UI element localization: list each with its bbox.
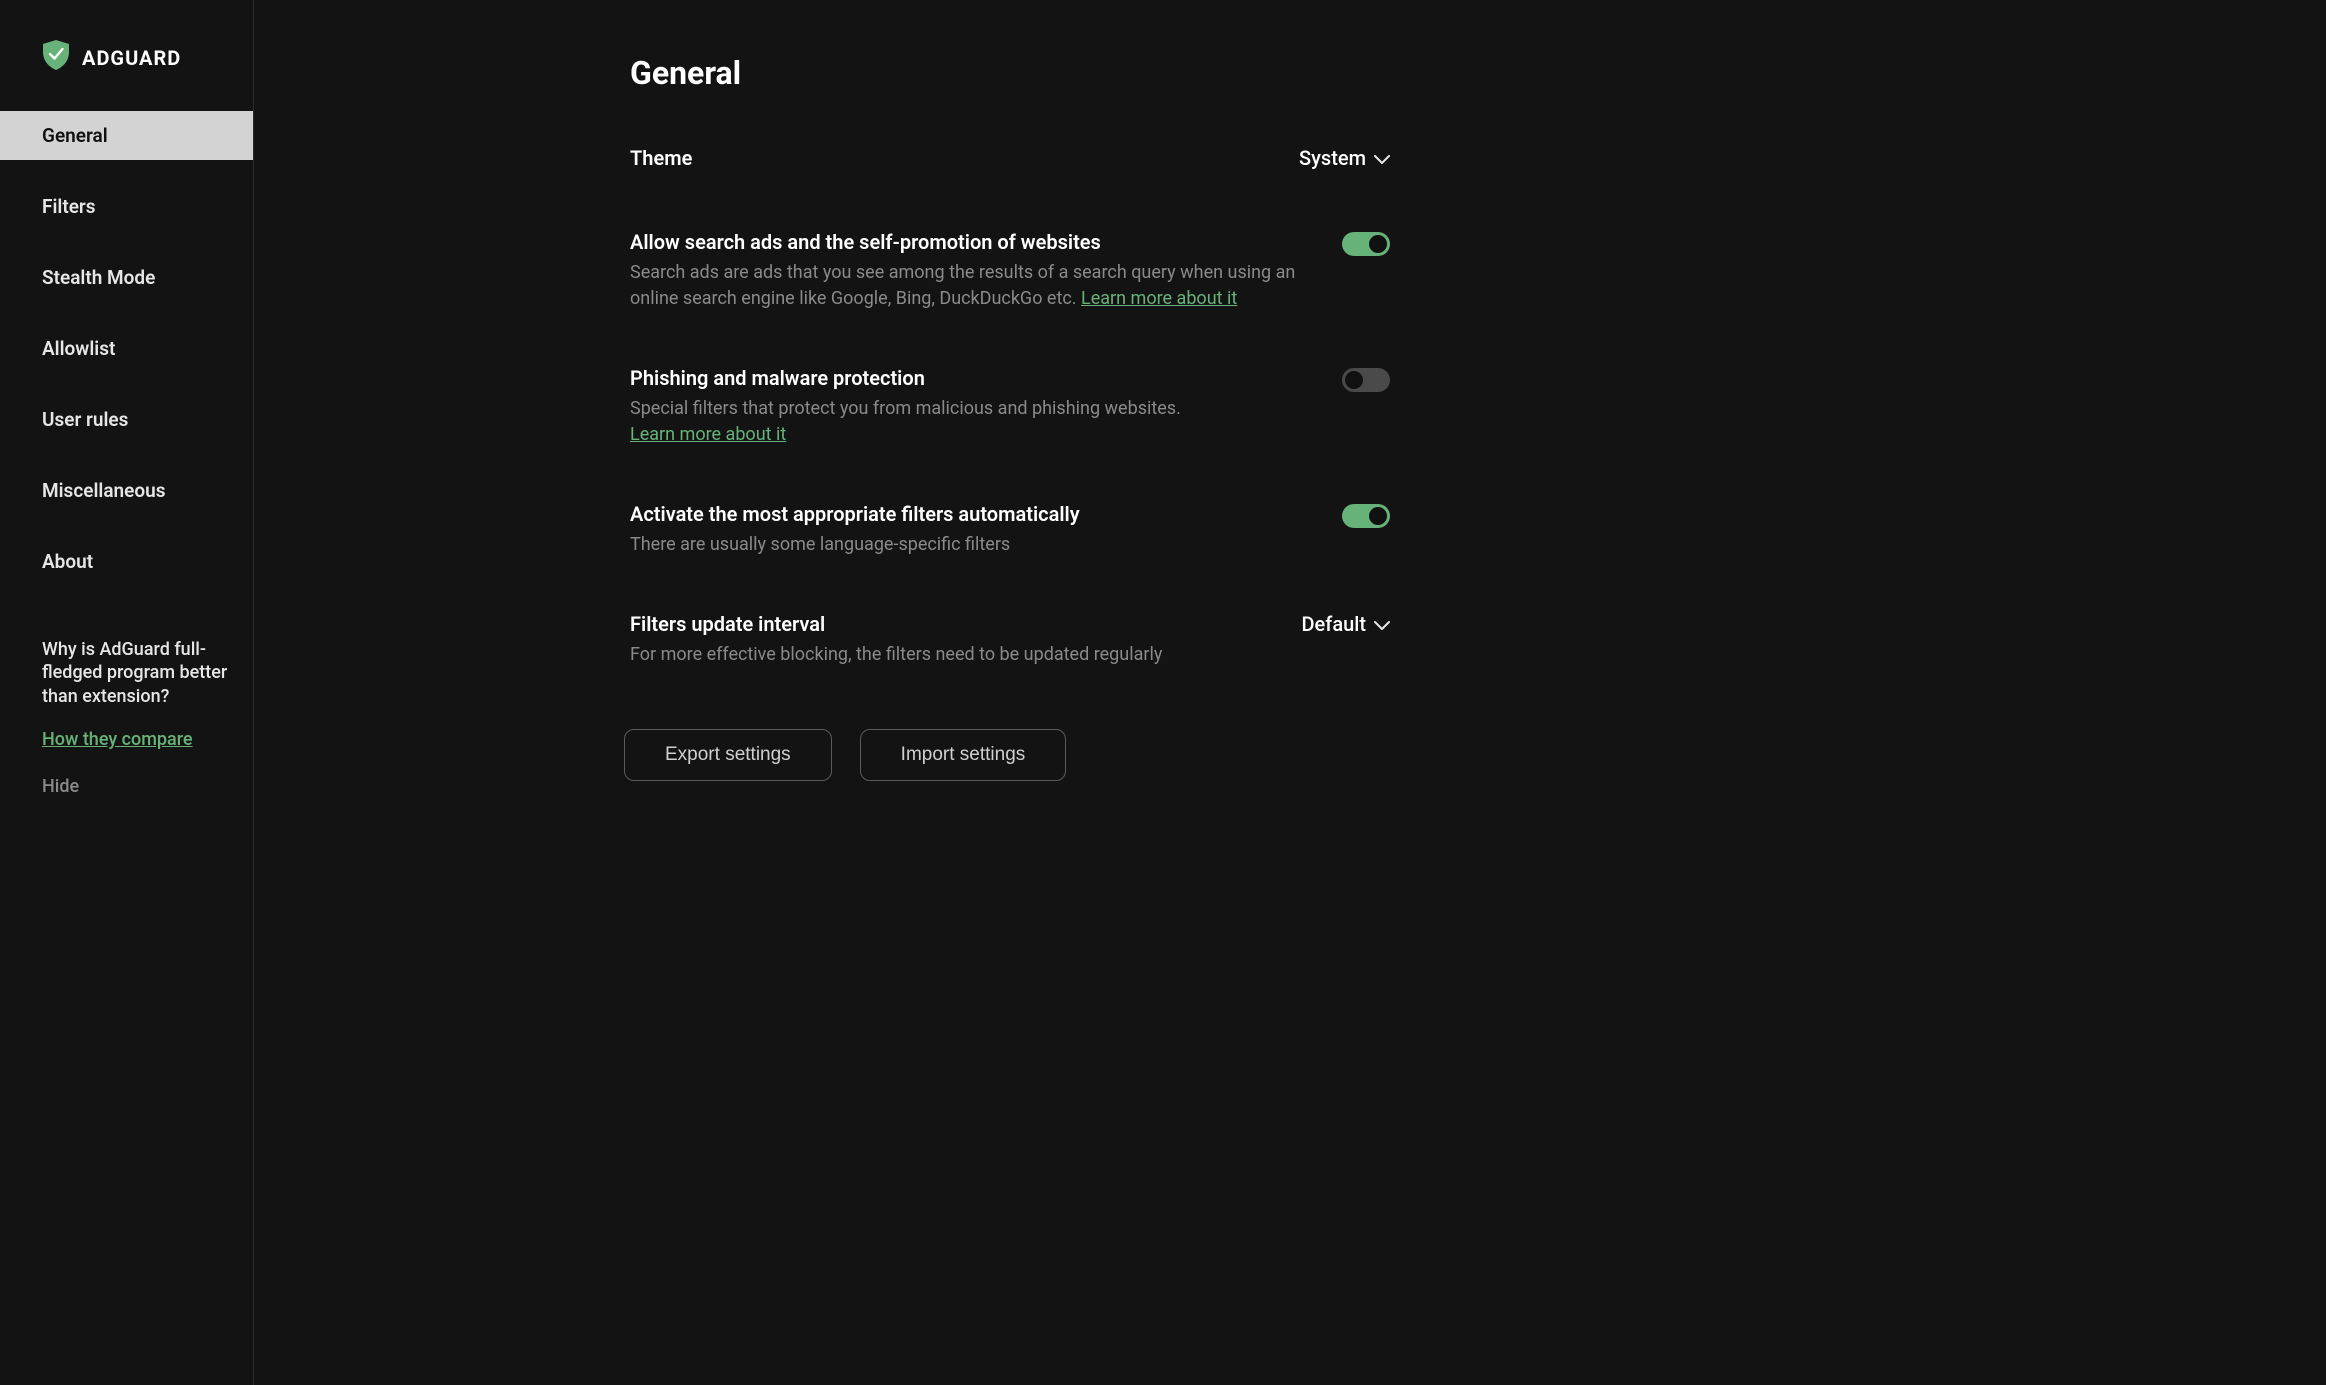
nav-item-general[interactable]: General (0, 111, 253, 160)
chevron-down-icon (1374, 146, 1390, 170)
phishing-row: Phishing and malware protection Special … (630, 366, 1390, 448)
theme-select[interactable]: System (1299, 146, 1390, 170)
main-content: General Theme System Allow search ads an… (254, 0, 2326, 1385)
update-interval-row: Filters update interval For more effecti… (630, 612, 1390, 668)
export-settings-button[interactable]: Export settings (624, 729, 832, 781)
search-ads-learn-more-link[interactable]: Learn more about it (1081, 288, 1237, 309)
nav-item-filters[interactable]: Filters (0, 182, 253, 231)
auto-filters-title: Activate the most appropriate filters au… (630, 502, 1302, 526)
toggle-knob (1369, 507, 1387, 525)
sidebar: ADGUARD General Filters Stealth Mode All… (0, 0, 254, 1385)
brand-text: ADGUARD (82, 46, 181, 70)
phishing-desc: Special filters that protect you from ma… (630, 396, 1302, 448)
theme-row: Theme System (630, 146, 1390, 176)
promo-compare-link[interactable]: How they compare (42, 729, 193, 750)
nav-item-allowlist[interactable]: Allowlist (0, 324, 253, 373)
promo-block: Why is AdGuard full-fledged program bett… (0, 608, 253, 797)
nav-item-stealth-mode[interactable]: Stealth Mode (0, 253, 253, 302)
nav-item-user-rules[interactable]: User rules (0, 395, 253, 444)
nav-item-about[interactable]: About (0, 537, 253, 586)
promo-hide-link[interactable]: Hide (42, 776, 233, 797)
search-ads-title: Allow search ads and the self-promotion … (630, 230, 1302, 254)
update-interval-value: Default (1302, 612, 1367, 636)
phishing-learn-more-link[interactable]: Learn more about it (630, 424, 786, 445)
toggle-knob (1345, 371, 1363, 389)
update-interval-title: Filters update interval (630, 612, 1262, 636)
phishing-title: Phishing and malware protection (630, 366, 1302, 390)
page-title: General (630, 54, 1390, 92)
import-settings-button[interactable]: Import settings (860, 729, 1067, 781)
update-interval-select[interactable]: Default (1302, 612, 1391, 636)
theme-label: Theme (630, 146, 1259, 170)
chevron-down-icon (1374, 612, 1390, 636)
sidebar-nav: General Filters Stealth Mode Allowlist U… (0, 111, 253, 608)
settings-buttons: Export settings Import settings (624, 729, 1390, 781)
theme-value: System (1299, 146, 1366, 170)
nav-item-miscellaneous[interactable]: Miscellaneous (0, 466, 253, 515)
toggle-knob (1369, 235, 1387, 253)
search-ads-row: Allow search ads and the self-promotion … (630, 230, 1390, 312)
phishing-toggle[interactable] (1342, 368, 1390, 392)
auto-filters-desc: There are usually some language-specific… (630, 532, 1302, 558)
search-ads-desc: Search ads are ads that you see among th… (630, 260, 1302, 312)
auto-filters-toggle[interactable] (1342, 504, 1390, 528)
brand-logo: ADGUARD (0, 0, 253, 111)
update-interval-desc: For more effective blocking, the filters… (630, 642, 1262, 668)
promo-text: Why is AdGuard full-fledged program bett… (42, 638, 233, 708)
app-root: ADGUARD General Filters Stealth Mode All… (0, 0, 2326, 1385)
shield-icon (42, 40, 70, 75)
auto-filters-row: Activate the most appropriate filters au… (630, 502, 1390, 558)
search-ads-toggle[interactable] (1342, 232, 1390, 256)
